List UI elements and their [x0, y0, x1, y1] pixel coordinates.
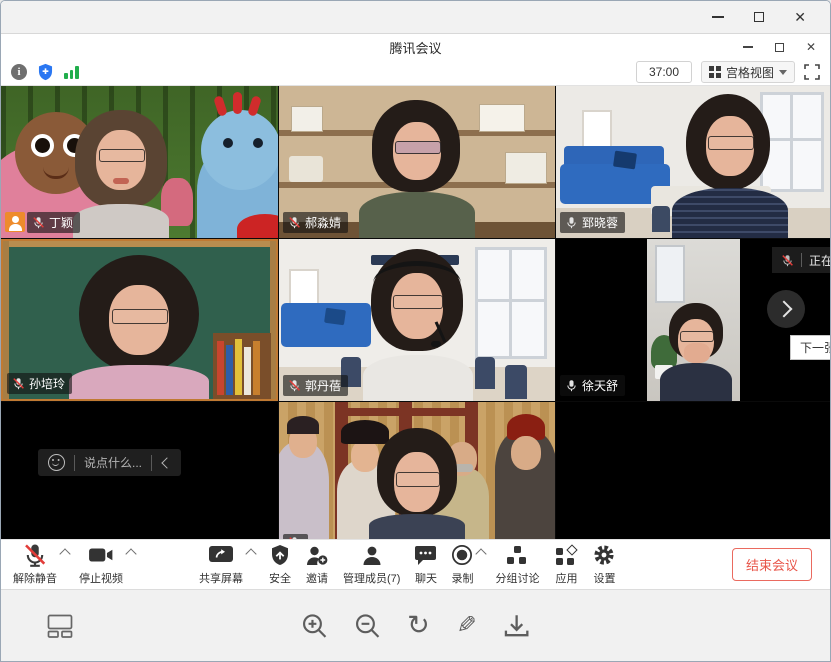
- stop-video-button[interactable]: 停止视频: [79, 543, 123, 586]
- meeting-title: 腾讯会议: [1, 34, 830, 60]
- unmute-button[interactable]: 解除静音: [13, 543, 57, 586]
- emoji-icon[interactable]: [48, 454, 65, 471]
- chevron-up-icon[interactable]: [59, 548, 70, 559]
- chat-placeholder[interactable]: 说点什么...: [84, 454, 142, 471]
- mic-icon: [565, 379, 578, 392]
- camera-icon: [88, 546, 114, 564]
- meeting-titlebar: 腾讯会议 ✕: [1, 33, 830, 60]
- viewer-toolbar: ↻ ✎: [1, 589, 830, 662]
- muted-mic-icon: [781, 254, 794, 267]
- image-viewer-window: ✕ 腾讯会议 ✕ i 37:00: [0, 0, 831, 662]
- muted-mic-icon: [23, 543, 47, 567]
- muted-mic-icon: [12, 377, 25, 390]
- rotate-icon[interactable]: ↻: [407, 612, 430, 639]
- participant-name-tag: 徐天舒: [560, 375, 625, 396]
- zoom-out-icon[interactable]: [354, 613, 380, 639]
- virtual-background-palace: [279, 402, 555, 539]
- host-badge: [5, 212, 25, 232]
- participant-name-tag: 郭丹蓓: [283, 375, 348, 396]
- clipped-name-tag: [283, 534, 308, 539]
- minimize-icon[interactable]: [712, 16, 724, 18]
- chat-bubble-icon: [414, 545, 437, 566]
- close-icon[interactable]: ✕: [794, 10, 806, 24]
- download-icon[interactable]: [504, 613, 530, 639]
- next-image-button[interactable]: [767, 290, 805, 328]
- chevron-up-icon[interactable]: [245, 548, 256, 559]
- participant-name-tag: 丁颖: [27, 212, 80, 233]
- participant-name-tag: 孙培玲: [7, 373, 72, 394]
- viewer-titlebar: ✕: [1, 1, 830, 33]
- edit-icon[interactable]: ✎: [457, 614, 477, 638]
- speaking-indicator-overlay: 正在: [772, 247, 831, 273]
- video-tile-dingying[interactable]: 丁颖: [1, 86, 278, 238]
- chevron-up-icon[interactable]: [476, 548, 487, 559]
- manage-members-button[interactable]: 管理成员(7): [343, 543, 400, 586]
- share-screen-icon: [208, 545, 234, 565]
- gear-icon: [593, 544, 615, 566]
- mic-icon: [565, 216, 578, 229]
- apps-button[interactable]: 应用: [555, 543, 577, 586]
- video-tile-sunpeiling[interactable]: 孙培玲: [1, 239, 278, 401]
- meeting-timer: 37:00: [636, 61, 692, 83]
- chevron-down-icon: [779, 70, 787, 75]
- invite-person-icon: [305, 545, 329, 566]
- chat-quick-input[interactable]: 说点什么...: [38, 449, 181, 476]
- layout-icon[interactable]: [47, 614, 73, 638]
- settings-button[interactable]: 设置: [593, 543, 615, 586]
- record-icon: [451, 544, 473, 566]
- maximize-icon[interactable]: [754, 12, 764, 22]
- chevron-left-icon[interactable]: [161, 457, 172, 468]
- breakout-rooms-button[interactable]: 分组讨论: [495, 543, 539, 586]
- record-button[interactable]: 录制: [451, 543, 473, 586]
- participant-name-tag: 郅晓蓉: [560, 212, 625, 233]
- video-tile-haomiaojing[interactable]: 郝淼婧: [279, 86, 555, 238]
- muted-mic-icon: [32, 216, 45, 229]
- video-tile-guodanbei[interactable]: 郭丹蓓: [279, 239, 555, 401]
- grid-view-icon: [709, 66, 721, 78]
- end-meeting-button[interactable]: 结束会议: [732, 548, 812, 581]
- muted-mic-icon: [288, 536, 301, 539]
- view-mode-selector[interactable]: 宫格视图: [701, 61, 795, 83]
- zoom-in-icon[interactable]: [301, 613, 327, 639]
- muted-mic-icon: [288, 379, 301, 392]
- video-tile-empty: [556, 402, 831, 539]
- meeting-info-icon[interactable]: i: [11, 64, 27, 80]
- video-grid: 丁颖: [1, 86, 831, 539]
- video-tile-zhixiaorong[interactable]: 郅晓蓉: [556, 86, 831, 238]
- chevron-up-icon[interactable]: [125, 548, 136, 559]
- shield-icon: [270, 544, 290, 566]
- share-screen-button[interactable]: 共享屏幕: [199, 543, 243, 586]
- chevron-right-icon: [776, 301, 793, 318]
- speaking-indicator-text: 正在: [809, 252, 831, 269]
- breakout-icon: [507, 546, 527, 565]
- security-shield-icon[interactable]: [37, 63, 54, 81]
- view-mode-label: 宫格视图: [726, 64, 774, 81]
- security-button[interactable]: 安全: [269, 543, 291, 586]
- meeting-close-icon[interactable]: ✕: [806, 41, 816, 53]
- member-icon: [361, 545, 383, 566]
- fullscreen-icon[interactable]: [804, 64, 820, 80]
- meeting-minimize-icon[interactable]: [743, 46, 753, 48]
- meeting-toolbar: 解除静音 停止视频 共享屏幕: [1, 539, 830, 589]
- meeting-header: i 37:00 宫格视图: [1, 59, 830, 86]
- video-tile-empty: 说点什么...: [1, 402, 278, 539]
- network-signal-icon[interactable]: [64, 66, 79, 79]
- muted-mic-icon: [288, 216, 301, 229]
- chat-button[interactable]: 聊天: [414, 543, 437, 586]
- participant-name-tag: 郝淼婧: [283, 212, 348, 233]
- next-tooltip: 下一张: [790, 335, 831, 360]
- apps-icon: [556, 546, 576, 565]
- invite-button[interactable]: 邀请: [305, 543, 329, 586]
- meeting-maximize-icon[interactable]: [775, 43, 784, 52]
- video-tile-costume[interactable]: [279, 402, 555, 539]
